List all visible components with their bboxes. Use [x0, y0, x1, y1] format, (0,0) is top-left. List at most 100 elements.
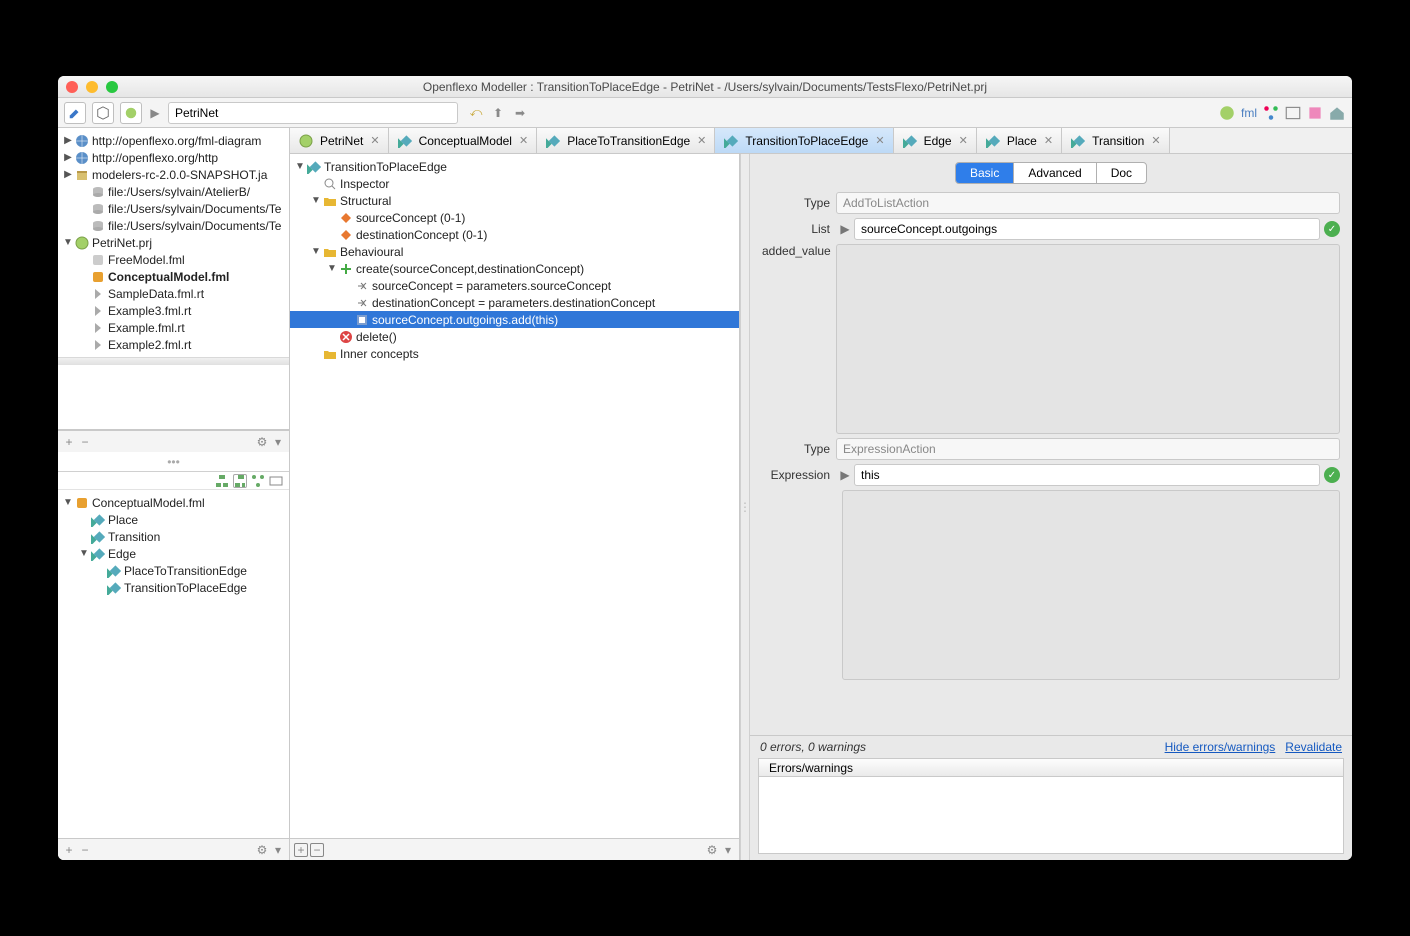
tree-node[interactable]: ▼create(sourceConcept,destinationConcept… — [290, 260, 739, 277]
tree-node[interactable]: Inspector — [290, 175, 739, 192]
perspective-proj-icon[interactable] — [1218, 104, 1236, 122]
hide-errors-link[interactable]: Hide errors/warnings — [1165, 740, 1276, 754]
cube-icon — [1070, 133, 1086, 149]
tree-node[interactable]: Transition — [58, 528, 289, 545]
scrollbar[interactable] — [58, 357, 289, 365]
remove-button[interactable]: − — [78, 435, 92, 449]
toggle-icon[interactable]: ▼ — [294, 161, 306, 172]
tree-node[interactable]: sourceConcept.outgoings.add(this) — [290, 311, 739, 328]
tree-node[interactable]: file:/Users/sylvain/AtelierB/ — [58, 183, 289, 200]
tree-node[interactable]: Place — [58, 511, 289, 528]
perspective-fml-icon[interactable]: fml — [1240, 104, 1258, 122]
remove-button[interactable]: − — [310, 843, 324, 857]
gear-icon[interactable]: ⚙ — [255, 435, 269, 449]
filter-model-icon[interactable] — [251, 474, 265, 488]
tree-node[interactable]: delete() — [290, 328, 739, 345]
breadcrumb-input[interactable]: PetriNet — [168, 102, 458, 124]
tree-node[interactable]: ▼ ConceptualModel.fml — [58, 494, 289, 511]
toggle-icon[interactable]: ▼ — [310, 246, 322, 257]
tree-node[interactable]: sourceConcept = parameters.sourceConcept — [290, 277, 739, 294]
close-icon[interactable]: ✕ — [519, 134, 528, 147]
perspective-puzzle-icon[interactable] — [1306, 104, 1324, 122]
errors-column-header[interactable]: Errors/warnings — [759, 759, 1343, 777]
close-icon[interactable]: ✕ — [875, 134, 884, 147]
remove-button[interactable]: − — [78, 843, 92, 857]
tab-transitiontoplaceedge[interactable]: TransitionToPlaceEdge✕ — [715, 128, 893, 153]
tree-node[interactable]: ▼Edge — [58, 545, 289, 562]
perspective-window-icon[interactable] — [1284, 104, 1302, 122]
play-icon[interactable]: ▶ — [836, 222, 854, 236]
toolbar-edit-icon[interactable] — [64, 102, 86, 124]
close-icon[interactable]: ✕ — [1151, 134, 1160, 147]
tree-node[interactable]: SampleData.fml.rt — [58, 285, 289, 302]
toggle-icon[interactable]: ▼ — [326, 263, 338, 274]
play-icon[interactable]: ▶ — [836, 468, 854, 482]
tree-node[interactable]: Inner concepts — [290, 345, 739, 362]
tree-node[interactable]: sourceConcept (0-1) — [290, 209, 739, 226]
tree-node[interactable]: destinationConcept = parameters.destinat… — [290, 294, 739, 311]
tab-petrinet[interactable]: PetriNet✕ — [290, 128, 389, 153]
dropdown-icon[interactable]: ▾ — [271, 435, 285, 449]
tree-label: Structural — [340, 194, 391, 208]
tree-node[interactable]: ▼PetriNet.prj — [58, 234, 289, 251]
tab-placetotransitionedge[interactable]: PlaceToTransitionEdge✕ — [537, 128, 715, 153]
tree-node[interactable]: ▼Behavioural — [290, 243, 739, 260]
revalidate-link[interactable]: Revalidate — [1285, 740, 1342, 754]
nav-fwd-icon[interactable]: ➡ — [512, 105, 528, 121]
gear-icon[interactable]: ⚙ — [705, 843, 719, 857]
gear-icon[interactable]: ⚙ — [255, 843, 269, 857]
toggle-icon[interactable]: ▶ — [62, 135, 74, 146]
add-button[interactable]: + — [62, 843, 76, 857]
dropdown-icon[interactable]: ▾ — [271, 843, 285, 857]
tab-transition[interactable]: Transition✕ — [1062, 128, 1169, 153]
tree-node[interactable]: TransitionToPlaceEdge — [58, 579, 289, 596]
tree-node[interactable]: FreeModel.fml — [58, 251, 289, 268]
tree-node[interactable]: ▶modelers-rc-2.0.0-SNAPSHOT.ja — [58, 166, 289, 183]
tab-conceptualmodel[interactable]: ConceptualModel✕ — [389, 128, 538, 153]
tree-node[interactable]: ▶http://openflexo.org/fml-diagram — [58, 132, 289, 149]
list-field[interactable]: sourceConcept.outgoings — [854, 218, 1320, 240]
expression-field[interactable]: this — [854, 464, 1320, 486]
tree-node[interactable]: PlaceToTransitionEdge — [58, 562, 289, 579]
tree-node[interactable]: file:/Users/sylvain/Documents/Te — [58, 217, 289, 234]
nav-back-icon[interactable]: ⤺ — [468, 105, 484, 121]
inspector-tab-basic[interactable]: Basic — [956, 163, 1014, 183]
close-icon[interactable]: ✕ — [370, 134, 379, 147]
add-button[interactable]: + — [294, 843, 308, 857]
tree-node[interactable]: ▶http://openflexo.org/http — [58, 149, 289, 166]
tree-node[interactable]: ▼TransitionToPlaceEdge — [290, 158, 739, 175]
filter-tree-icon[interactable] — [215, 474, 229, 488]
toggle-icon[interactable]: ▶ — [62, 152, 74, 163]
tab-edge[interactable]: Edge✕ — [894, 128, 977, 153]
toolbar-proj-icon[interactable] — [120, 102, 142, 124]
toggle-icon[interactable]: ▼ — [62, 497, 74, 508]
add-button[interactable]: + — [62, 435, 76, 449]
perspective-graph-icon[interactable] — [1262, 104, 1280, 122]
toggle-icon[interactable]: ▼ — [78, 548, 90, 559]
inspector-tab-doc[interactable]: Doc — [1097, 163, 1146, 183]
filter-instance-icon[interactable] — [269, 474, 283, 488]
tree-node[interactable]: Example2.fml.rt — [58, 336, 289, 353]
tree-node[interactable]: ConceptualModel.fml — [58, 268, 289, 285]
inspector-tab-advanced[interactable]: Advanced — [1014, 163, 1096, 183]
nav-up-icon[interactable]: ⬆ — [490, 105, 506, 121]
toggle-icon[interactable]: ▼ — [62, 237, 74, 248]
rt-icon — [90, 320, 106, 336]
toggle-icon[interactable]: ▼ — [310, 195, 322, 206]
toolbar-cube-icon[interactable] — [92, 102, 114, 124]
tree-node[interactable]: Example.fml.rt — [58, 319, 289, 336]
dropdown-icon[interactable]: ▾ — [721, 843, 735, 857]
tree-label: ConceptualModel.fml — [92, 496, 205, 510]
tree-node[interactable]: ▼ Structural — [290, 192, 739, 209]
perspective-home-icon[interactable] — [1328, 104, 1346, 122]
splitter[interactable]: ⋮ — [740, 154, 750, 860]
tab-place[interactable]: Place✕ — [977, 128, 1062, 153]
close-icon[interactable]: ✕ — [959, 134, 968, 147]
close-icon[interactable]: ✕ — [697, 134, 706, 147]
filter-struct-icon[interactable] — [233, 474, 247, 488]
toggle-icon[interactable]: ▶ — [62, 169, 74, 180]
close-icon[interactable]: ✕ — [1044, 134, 1053, 147]
tree-node[interactable]: destinationConcept (0-1) — [290, 226, 739, 243]
tree-node[interactable]: Example3.fml.rt — [58, 302, 289, 319]
tree-node[interactable]: file:/Users/sylvain/Documents/Te — [58, 200, 289, 217]
